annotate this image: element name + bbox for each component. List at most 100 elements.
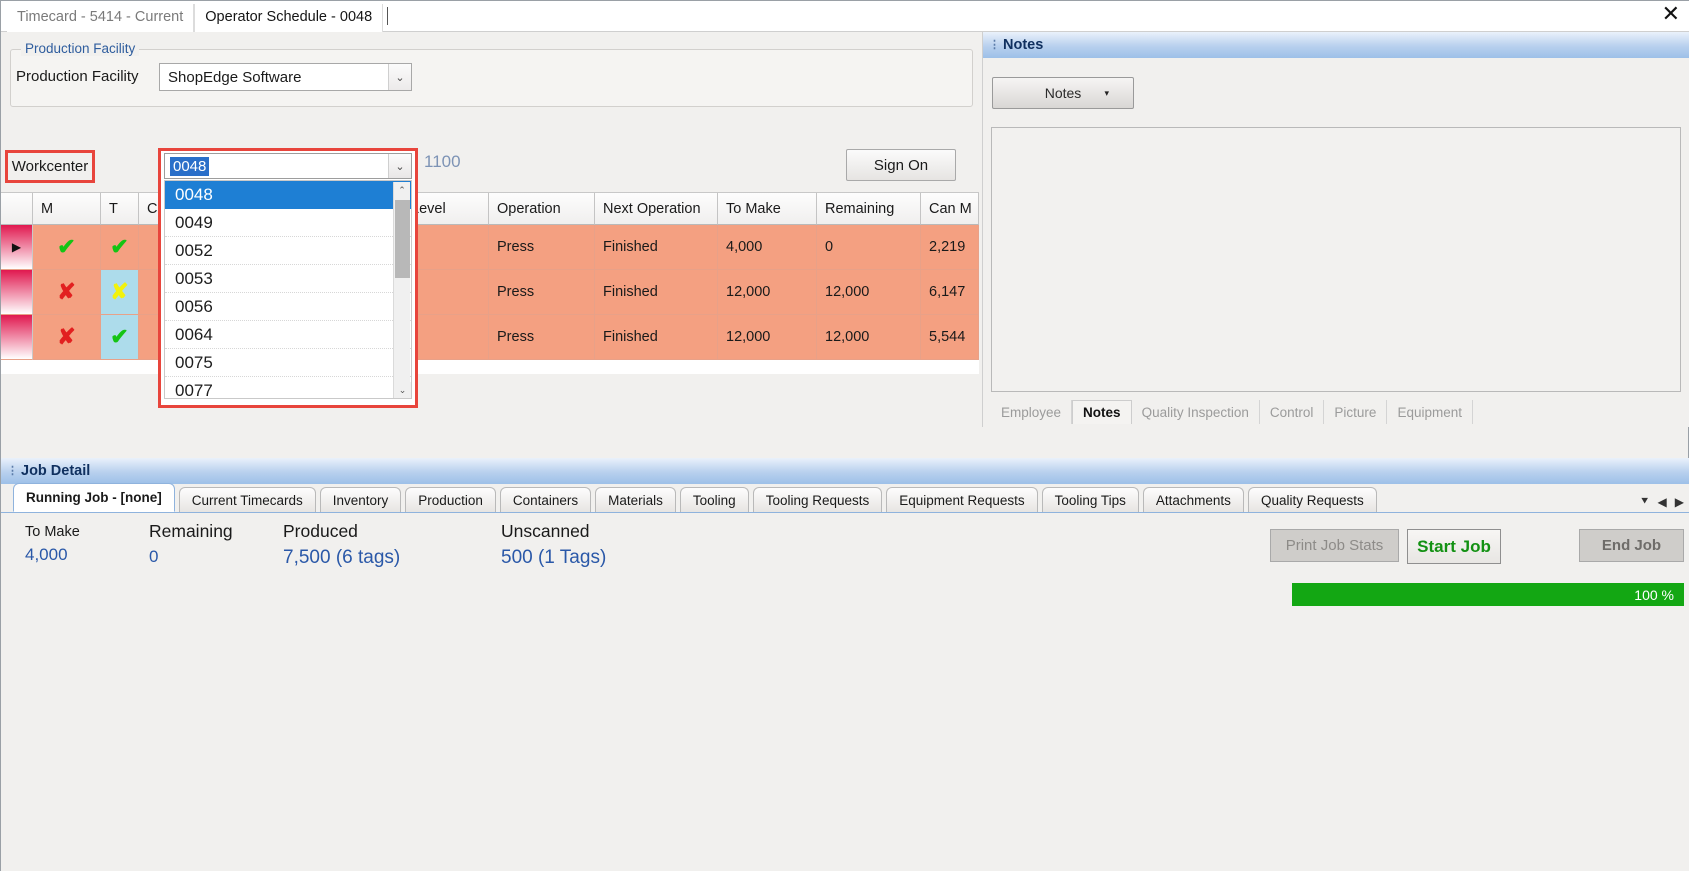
tab-materials[interactable]: Materials: [595, 487, 676, 512]
grid-col-m[interactable]: M: [33, 193, 101, 225]
tab-notes-label: Notes: [1083, 405, 1121, 420]
workcenter-combo[interactable]: 0048 ⌄: [164, 153, 412, 179]
cell-can-make[interactable]: 5,544: [921, 315, 979, 360]
cell-to-make[interactable]: 4,000: [718, 225, 817, 270]
workcenter-list-scrollbar[interactable]: ⌃ ⌄: [393, 182, 411, 398]
row-marker-icon: ▶: [11, 240, 22, 254]
tab-quality-inspection[interactable]: Quality Inspection: [1132, 400, 1260, 424]
tab-current-timecards[interactable]: Current Timecards: [178, 487, 316, 512]
print-job-stats-button[interactable]: Print Job Stats: [1270, 529, 1399, 562]
drag-grip-icon[interactable]: ⋮: [989, 39, 1000, 50]
tab-scroll-right-icon[interactable]: ▶: [1675, 495, 1684, 509]
cell-remaining[interactable]: 12,000: [817, 315, 921, 360]
list-item[interactable]: 0048: [165, 181, 411, 209]
tab-quality-inspection-label: Quality Inspection: [1141, 404, 1249, 420]
cell-remaining[interactable]: 0: [817, 225, 921, 270]
tab-picture[interactable]: Picture: [1324, 400, 1388, 424]
cell-can-make[interactable]: 2,219: [921, 225, 979, 270]
production-facility-combo[interactable]: ShopEdge Software ⌄: [159, 63, 412, 91]
cell-t[interactable]: ✔: [101, 315, 139, 360]
grid-col-can-make[interactable]: Can M: [921, 193, 979, 225]
tab-control[interactable]: Control: [1260, 400, 1325, 424]
chevron-down-icon[interactable]: ⌄: [388, 154, 411, 178]
cell-next-operation[interactable]: Finished: [595, 270, 718, 315]
table-row[interactable]: ▶ ✔ ✔ ✘ 2 Press Finished 4,000 0 2,219: [1, 225, 979, 270]
row-selector[interactable]: [1, 270, 33, 315]
tab-list-menu-icon[interactable]: ⯆: [1640, 494, 1650, 509]
chevron-down-icon[interactable]: ▾: [1104, 88, 1109, 99]
cell-m[interactable]: ✘: [33, 270, 101, 315]
list-item[interactable]: 0077: [165, 377, 411, 398]
grid-col-t[interactable]: T: [101, 193, 139, 225]
tab-running-job[interactable]: Running Job - [none]: [13, 483, 175, 512]
grid-col-remaining[interactable]: Remaining: [817, 193, 921, 225]
cell-operation[interactable]: Press: [489, 315, 595, 360]
cell-next-operation[interactable]: Finished: [595, 225, 718, 270]
tab-scroll-left-icon[interactable]: ◀: [1658, 495, 1667, 509]
tab-tooling[interactable]: Tooling: [679, 487, 749, 512]
job-detail-header: ⋮ Job Detail: [1, 458, 1689, 484]
tab-containers-label: Containers: [512, 492, 579, 508]
tab-employee[interactable]: Employee: [991, 400, 1073, 424]
grid-col-next-operation[interactable]: Next Operation: [595, 193, 718, 225]
scroll-down-icon[interactable]: ⌄: [394, 382, 411, 398]
cell-m[interactable]: ✘: [33, 315, 101, 360]
end-job-button[interactable]: End Job: [1579, 529, 1684, 562]
list-item[interactable]: 0052: [165, 237, 411, 265]
cell-to-make[interactable]: 12,000: [718, 315, 817, 360]
workcenter-option-list[interactable]: 0048 0049 0052 0053 0056 0064 0075 0077 …: [164, 180, 412, 399]
schedule-grid[interactable]: M T C J Level Operation Next Operation T…: [1, 192, 979, 374]
sign-on-button[interactable]: Sign On: [846, 149, 956, 181]
notes-dropdown-button[interactable]: Notes ▾: [992, 77, 1134, 109]
cell-remaining[interactable]: 12,000: [817, 270, 921, 315]
document-tab-operator-schedule[interactable]: Operator Schedule - 0048: [194, 4, 384, 32]
document-tab-timecard[interactable]: Timecard - 5414 - Current: [7, 4, 195, 32]
tab-containers[interactable]: Containers: [499, 487, 592, 512]
grid-col-operation[interactable]: Operation: [489, 193, 595, 225]
start-job-label: Start Job: [1417, 536, 1491, 556]
cell-operation[interactable]: Press: [489, 270, 595, 315]
cell-t[interactable]: ✘: [101, 270, 139, 315]
notes-text-area[interactable]: [991, 127, 1681, 392]
tab-notes[interactable]: Notes: [1072, 400, 1132, 424]
cell-m[interactable]: ✔: [33, 225, 101, 270]
job-progress-label: 100 %: [1634, 586, 1674, 603]
workcenter-dropdown-highlight: 0048 ⌄ 0048 0049 0052 0053 0056 0064 007…: [158, 148, 418, 408]
row-selector[interactable]: ▶: [1, 225, 33, 270]
tab-control-label: Control: [1269, 404, 1314, 420]
stat-remaining: Remaining 0: [149, 521, 233, 567]
list-item[interactable]: 0049: [165, 209, 411, 237]
scrollbar-thumb[interactable]: [395, 200, 410, 278]
drag-grip-icon[interactable]: ⋮: [7, 465, 18, 476]
cell-operation[interactable]: Press: [489, 225, 595, 270]
cell-next-operation[interactable]: Finished: [595, 315, 718, 360]
scroll-up-icon[interactable]: ⌃: [394, 182, 410, 199]
tab-tooling-requests[interactable]: Tooling Requests: [752, 487, 883, 512]
grid-col-sel[interactable]: [1, 193, 33, 225]
grid-col-to-make[interactable]: To Make: [718, 193, 817, 225]
start-job-button[interactable]: Start Job: [1407, 529, 1501, 564]
production-facility-group: Production Facility Production Facility …: [10, 41, 973, 107]
row-selector[interactable]: [1, 315, 33, 360]
cell-t[interactable]: ✔: [101, 225, 139, 270]
tab-equipment-requests[interactable]: Equipment Requests: [886, 487, 1038, 512]
tab-running-job-label: Running Job - [none]: [26, 490, 162, 505]
list-item[interactable]: 0053: [165, 265, 411, 293]
tab-production[interactable]: Production: [405, 487, 496, 512]
cell-to-make[interactable]: 12,000: [718, 270, 817, 315]
list-item[interactable]: 0064: [165, 321, 411, 349]
chevron-down-icon[interactable]: ⌄: [388, 64, 411, 90]
workcenter-number: 1100: [424, 152, 461, 171]
tab-inventory[interactable]: Inventory: [319, 487, 402, 512]
close-icon[interactable]: ✕: [1662, 4, 1680, 26]
list-item[interactable]: 0075: [165, 349, 411, 377]
table-row[interactable]: ✘ ✔ ✔ 4 Press Finished 12,000 12,000 5,5…: [1, 315, 979, 360]
tab-tooling-tips[interactable]: Tooling Tips: [1041, 487, 1139, 512]
table-row[interactable]: ✘ ✘ ✘ 4 Press Finished 12,000 12,000 6,1…: [1, 270, 979, 315]
tab-equipment[interactable]: Equipment: [1387, 400, 1473, 424]
list-item[interactable]: 0056: [165, 293, 411, 321]
tab-quality-requests[interactable]: Quality Requests: [1247, 487, 1377, 512]
tab-attachments[interactable]: Attachments: [1142, 487, 1244, 512]
sign-on-button-label: Sign On: [873, 156, 929, 174]
cell-can-make[interactable]: 6,147: [921, 270, 979, 315]
